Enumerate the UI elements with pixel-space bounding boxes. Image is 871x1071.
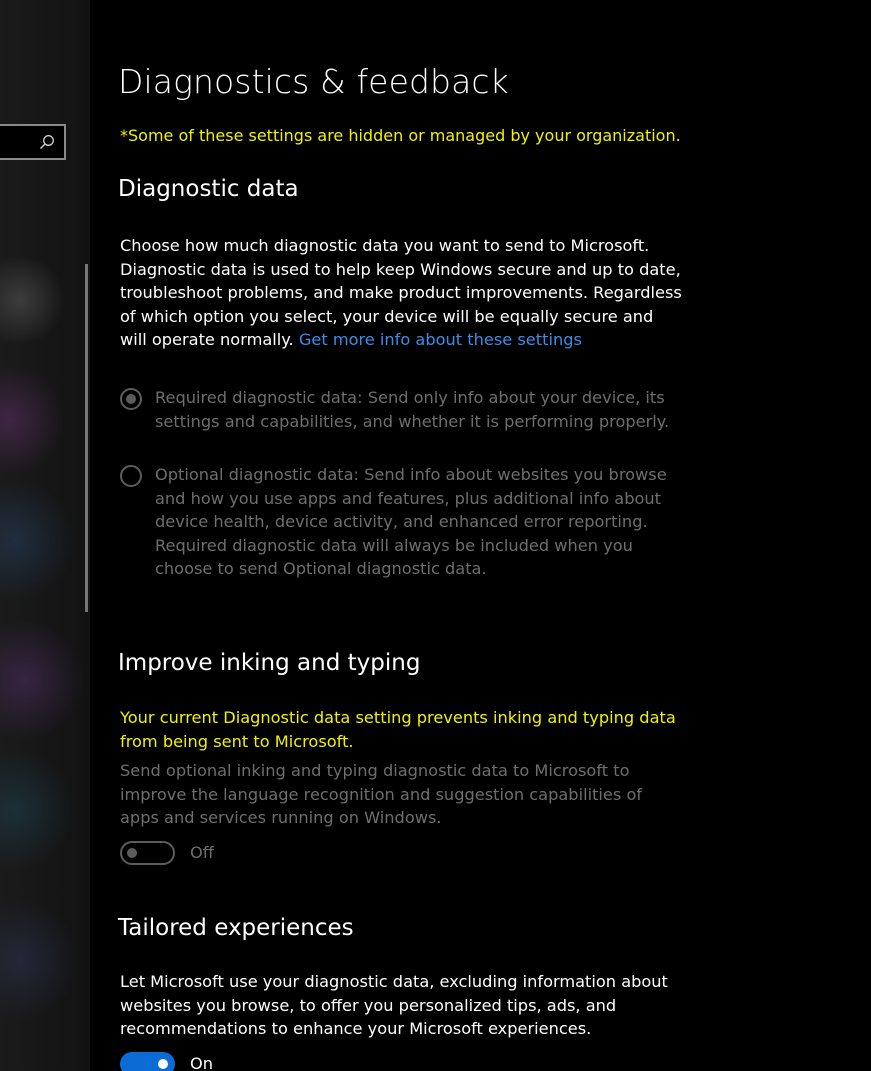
toggle-knob bbox=[127, 848, 137, 858]
diagnostic-data-heading: Diagnostic data bbox=[118, 176, 299, 202]
optional-diagnostic-label: Optional diagnostic data: Send info abou… bbox=[155, 465, 667, 578]
tailored-experiences-heading: Tailored experiences bbox=[118, 915, 354, 941]
tailored-description: Let Microsoft use your diagnostic data, … bbox=[120, 972, 668, 1038]
org-managed-notice: *Some of these settings are hidden or ma… bbox=[120, 126, 681, 145]
content-pane: Diagnostics & feedback *Some of these se… bbox=[90, 0, 871, 1071]
inking-toggle-state: Off bbox=[190, 843, 214, 862]
inking-warning: Your current Diagnostic data setting pre… bbox=[120, 708, 676, 751]
search-icon bbox=[40, 135, 54, 149]
radio-selected-dot bbox=[126, 394, 136, 404]
search-input[interactable] bbox=[0, 124, 66, 160]
required-diagnostic-label: Required diagnostic data: Send only info… bbox=[155, 388, 670, 431]
inking-description: Send optional inking and typing diagnost… bbox=[120, 761, 643, 827]
more-info-link[interactable]: Get more info about these settings bbox=[299, 330, 582, 349]
page-title: Diagnostics & feedback bbox=[118, 62, 509, 101]
optional-diagnostic-radio[interactable] bbox=[120, 465, 142, 487]
inking-typing-heading: Improve inking and typing bbox=[118, 650, 421, 676]
tailored-toggle[interactable] bbox=[120, 1052, 175, 1071]
navigation-pane bbox=[0, 0, 90, 1071]
settings-window: Diagnostics & feedback *Some of these se… bbox=[0, 0, 871, 1071]
diagnostic-data-description: Choose how much diagnostic data you want… bbox=[120, 234, 685, 352]
toggle-knob bbox=[158, 1059, 168, 1069]
nav-scrollbar[interactable] bbox=[85, 264, 88, 612]
inking-toggle[interactable] bbox=[120, 841, 175, 865]
tailored-toggle-state: On bbox=[190, 1054, 214, 1071]
required-diagnostic-radio[interactable] bbox=[120, 388, 142, 410]
